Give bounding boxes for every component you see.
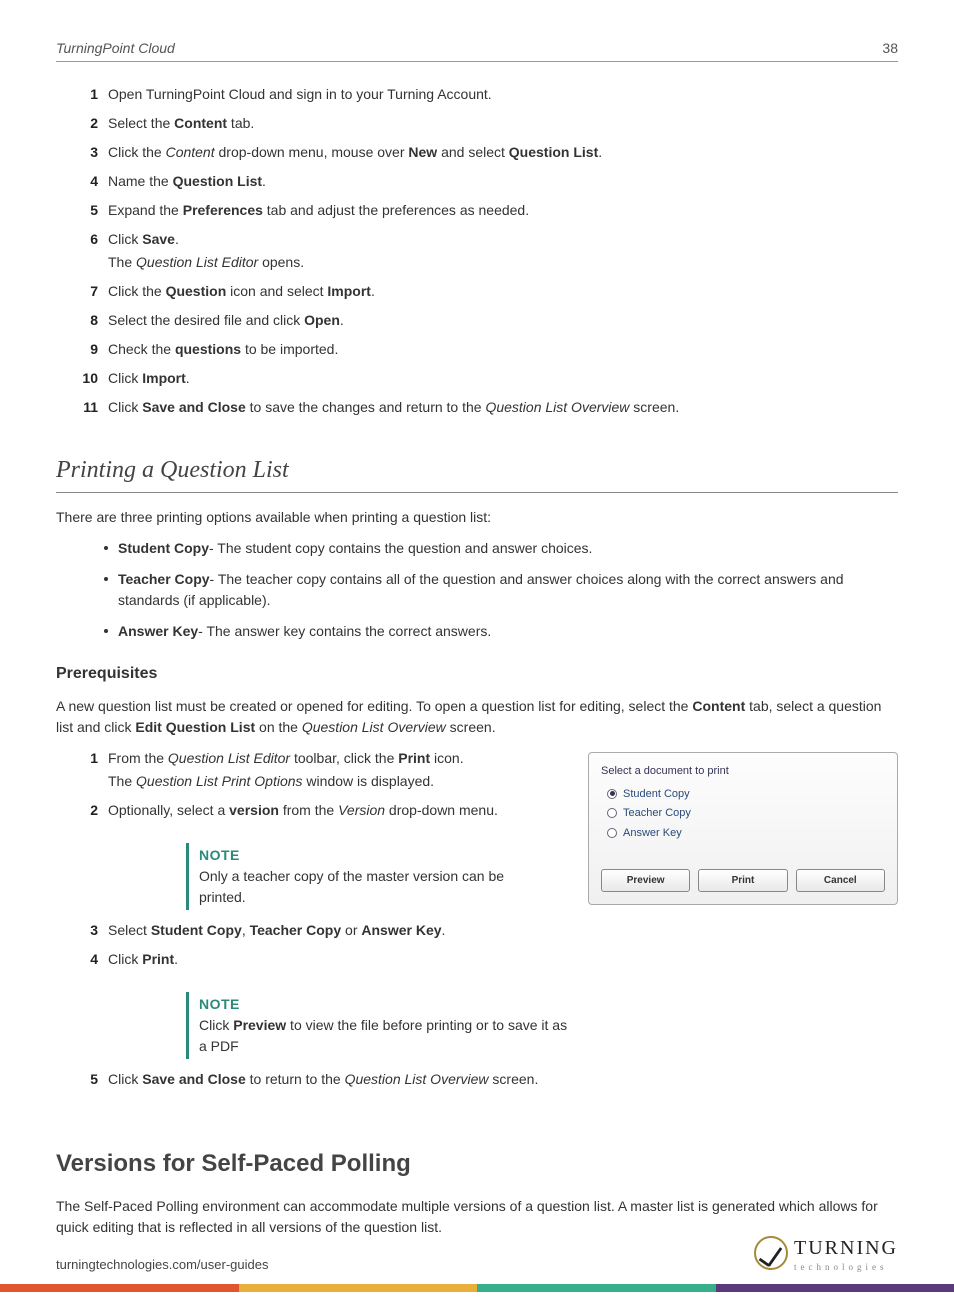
step-item: 4Click Print. xyxy=(84,949,568,970)
step-number: 1 xyxy=(68,84,98,105)
step-item: 3Select Student Copy, Teacher Copy or An… xyxy=(84,920,568,941)
step-item: 9Check the questions to be imported. xyxy=(84,339,898,360)
step-text: Click Import. xyxy=(108,370,190,386)
step-item: 5Click Save and Close to return to the Q… xyxy=(84,1069,568,1090)
step-item: 6Click Save.The Question List Editor ope… xyxy=(84,229,898,273)
steps-list-b: 1From the Question List Editor toolbar, … xyxy=(84,748,568,821)
radio-option[interactable]: Teacher Copy xyxy=(607,805,885,822)
list-item: Answer Key- The answer key contains the … xyxy=(104,621,898,642)
step-item: 3Click the Content drop-down menu, mouse… xyxy=(84,142,898,163)
step-number: 6 xyxy=(68,229,98,250)
steps-list-c: 3Select Student Copy, Teacher Copy or An… xyxy=(84,920,568,970)
step-text: Open TurningPoint Cloud and sign in to y… xyxy=(108,86,492,102)
step-number: 10 xyxy=(68,368,98,389)
step-text: Select the desired file and click Open. xyxy=(108,312,344,328)
footer-url: turningtechnologies.com/user-guides xyxy=(56,1255,268,1275)
step-text: Click Save and Close to save the changes… xyxy=(108,399,679,415)
note-title: NOTE xyxy=(199,994,568,1015)
step-item: 2Optionally, select a version from the V… xyxy=(84,800,568,821)
step-number: 4 xyxy=(68,949,98,970)
step-subtext: The Question List Print Options window i… xyxy=(108,771,568,792)
steps-list-a: 1Open TurningPoint Cloud and sign in to … xyxy=(84,84,898,418)
radio-icon xyxy=(607,789,617,799)
print-intro: There are three printing options availab… xyxy=(56,507,898,528)
print-options-dialog: Select a document to print Student Copy T… xyxy=(588,752,898,905)
step-number: 2 xyxy=(68,800,98,821)
page-footer: turningtechnologies.com/user-guides TURN… xyxy=(56,1233,898,1275)
step-item: 4Name the Question List. xyxy=(84,171,898,192)
page-header: TurningPoint Cloud 38 xyxy=(56,38,898,62)
step-text: Check the questions to be imported. xyxy=(108,341,338,357)
step-text: Click Save. xyxy=(108,231,179,247)
step-number: 1 xyxy=(68,748,98,769)
step-item: 5Expand the Preferences tab and adjust t… xyxy=(84,200,898,221)
section-heading-printing: Printing a Question List xyxy=(56,452,898,493)
step-text: Click the Question icon and select Impor… xyxy=(108,283,375,299)
step-number: 5 xyxy=(68,1069,98,1090)
radio-icon xyxy=(607,828,617,838)
step-number: 7 xyxy=(68,281,98,302)
radio-icon xyxy=(607,808,617,818)
step-item: 8Select the desired file and click Open. xyxy=(84,310,898,331)
radio-option[interactable]: Answer Key xyxy=(607,825,885,842)
print-button[interactable]: Print xyxy=(698,869,787,892)
radio-label: Student Copy xyxy=(623,786,690,803)
step-text: Select the Content tab. xyxy=(108,115,254,131)
logo-mark-icon xyxy=(754,1236,788,1270)
step-number: 4 xyxy=(68,171,98,192)
step-number: 5 xyxy=(68,200,98,221)
step-item: 1Open TurningPoint Cloud and sign in to … xyxy=(84,84,898,105)
list-item: Teacher Copy- The teacher copy contains … xyxy=(104,569,898,611)
dialog-heading: Select a document to print xyxy=(601,763,885,780)
radio-label: Answer Key xyxy=(623,825,682,842)
step-item: 2Select the Content tab. xyxy=(84,113,898,134)
step-text: Click the Content drop-down menu, mouse … xyxy=(108,144,602,160)
doc-title: TurningPoint Cloud xyxy=(56,38,175,59)
logo-text-sub: technologies xyxy=(794,1261,898,1275)
note-title: NOTE xyxy=(199,845,546,866)
step-number: 8 xyxy=(68,310,98,331)
section-heading-versions: Versions for Self-Paced Polling xyxy=(56,1146,898,1182)
step-item: 11Click Save and Close to save the chang… xyxy=(84,397,898,418)
prerequisites-heading: Prerequisites xyxy=(56,662,898,686)
note-box-2: NOTE Click Preview to view the file befo… xyxy=(186,992,568,1059)
step-subtext: The Question List Editor opens. xyxy=(108,252,898,273)
step-number: 3 xyxy=(68,142,98,163)
cancel-button[interactable]: Cancel xyxy=(796,869,885,892)
step-text: From the Question List Editor toolbar, c… xyxy=(108,750,464,766)
radio-label: Teacher Copy xyxy=(623,805,691,822)
step-text: Click Print. xyxy=(108,951,178,967)
step-number: 11 xyxy=(68,397,98,418)
step-item: 7Click the Question icon and select Impo… xyxy=(84,281,898,302)
list-item: Student Copy- The student copy contains … xyxy=(104,538,898,559)
steps-list-d: 5Click Save and Close to return to the Q… xyxy=(84,1069,568,1090)
step-number: 3 xyxy=(68,920,98,941)
radio-option[interactable]: Student Copy xyxy=(607,786,885,803)
step-item: 1From the Question List Editor toolbar, … xyxy=(84,748,568,792)
note-box-1: NOTE Only a teacher copy of the master v… xyxy=(186,843,546,910)
note-body: Click Preview to view the file before pr… xyxy=(199,1015,568,1057)
preview-button[interactable]: Preview xyxy=(601,869,690,892)
step-text: Expand the Preferences tab and adjust th… xyxy=(108,202,529,218)
prerequisites-text: A new question list must be created or o… xyxy=(56,696,898,738)
print-bullet-list: Student Copy- The student copy contains … xyxy=(104,538,898,642)
footer-color-strip xyxy=(0,1284,954,1292)
step-text: Click Save and Close to return to the Qu… xyxy=(108,1071,538,1087)
step-item: 10Click Import. xyxy=(84,368,898,389)
note-body: Only a teacher copy of the master versio… xyxy=(199,866,546,908)
turning-logo: TURNING technologies xyxy=(754,1233,898,1275)
logo-text-main: TURNING xyxy=(794,1237,898,1259)
page-number: 38 xyxy=(882,38,898,59)
step-text: Name the Question List. xyxy=(108,173,266,189)
step-text: Optionally, select a version from the Ve… xyxy=(108,802,498,818)
step-number: 2 xyxy=(68,113,98,134)
step-number: 9 xyxy=(68,339,98,360)
step-text: Select Student Copy, Teacher Copy or Ans… xyxy=(108,922,445,938)
